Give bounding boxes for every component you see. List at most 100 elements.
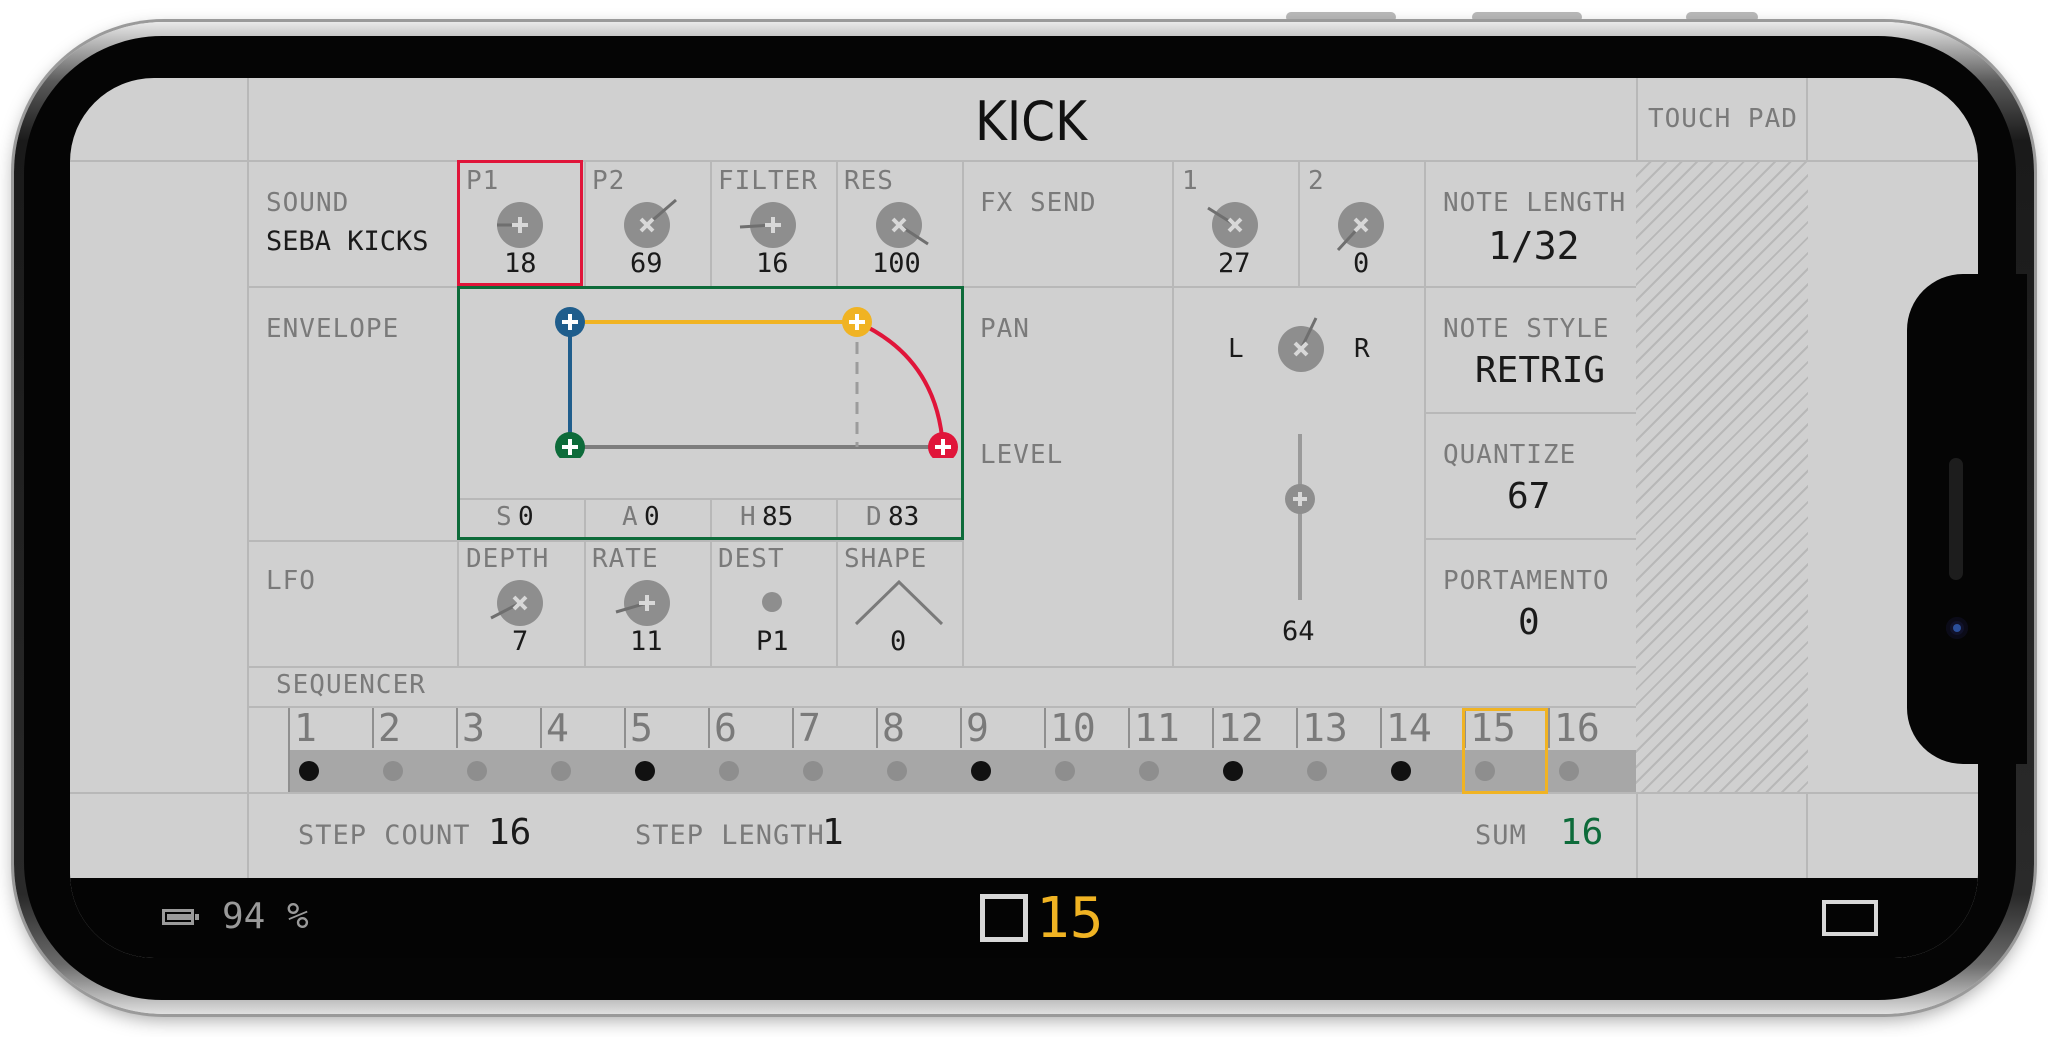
app-screen: KICK TOUCH PAD SOUND SEBA KICKS P1 18 P2… — [70, 78, 1978, 958]
p1-knob[interactable] — [497, 202, 543, 248]
sum-label: SUM — [1475, 820, 1527, 851]
window-button[interactable] — [1822, 900, 1878, 936]
sequencer-step-number[interactable]: 4 — [546, 706, 569, 750]
filter-value: 16 — [756, 248, 789, 279]
envelope-start-handle — [555, 432, 585, 458]
stop-button[interactable] — [980, 894, 1028, 942]
res-label: RES — [844, 166, 894, 196]
sequencer-step-divider — [540, 708, 542, 748]
sequencer-step-number[interactable]: 13 — [1302, 706, 1348, 750]
sequencer-step-dot[interactable] — [803, 761, 823, 781]
sequencer-step-dot[interactable] — [1055, 761, 1075, 781]
envelope-attack-handle — [555, 307, 585, 337]
sequencer-step-dot[interactable] — [635, 761, 655, 781]
fx-send-2-label: 2 — [1308, 166, 1325, 196]
fx-send-2-knob[interactable] — [1336, 202, 1384, 252]
note-length-value[interactable]: 1/32 — [1488, 224, 1580, 268]
quantize-label: QUANTIZE — [1443, 440, 1577, 470]
portamento-label: PORTAMENTO — [1443, 566, 1610, 596]
p2-knob[interactable] — [624, 198, 677, 248]
step-count-value[interactable]: 16 — [488, 812, 531, 853]
lfo-shape-icon[interactable] — [854, 580, 944, 626]
level-slider-track[interactable] — [1298, 434, 1302, 600]
fx-send-1-knob[interactable] — [1207, 202, 1258, 248]
sequencer-step-number[interactable]: 8 — [882, 706, 905, 750]
sequencer-step-dot[interactable] — [1223, 761, 1243, 781]
sequencer-step-number[interactable]: 6 — [714, 706, 737, 750]
sequencer-step-number[interactable]: 9 — [966, 706, 989, 750]
fx-send-1-value: 27 — [1218, 248, 1251, 279]
filter-knob[interactable] — [739, 202, 796, 248]
env-a-value[interactable]: 0 — [644, 502, 660, 532]
env-h-label: H — [740, 502, 757, 532]
lfo-dest-dot[interactable] — [762, 592, 782, 612]
env-s-label: S — [496, 502, 513, 532]
level-slider-handle[interactable] — [1285, 484, 1315, 514]
p1-value: 18 — [504, 248, 537, 279]
step-length-value[interactable]: 1 — [822, 812, 844, 853]
sequencer-step-number[interactable]: 3 — [462, 706, 485, 750]
page-title: KICK — [975, 90, 1087, 153]
quantize-value[interactable]: 67 — [1507, 476, 1550, 517]
sequencer-step-dot[interactable] — [1307, 761, 1327, 781]
sequencer-step-number[interactable]: 5 — [630, 706, 653, 750]
env-s-value[interactable]: 0 — [518, 502, 534, 532]
lfo-depth-label: DEPTH — [466, 544, 550, 574]
sequencer-step-divider — [456, 708, 458, 748]
sequencer-step-divider — [1128, 708, 1130, 748]
sequencer-step-divider — [1044, 708, 1046, 748]
pan-label: PAN — [980, 314, 1030, 344]
p2-value: 69 — [630, 248, 663, 279]
envelope-hold-handle — [842, 307, 872, 337]
phone-notch — [1907, 274, 2027, 764]
sequencer-step-number[interactable]: 10 — [1050, 706, 1096, 750]
fx-send-1-label: 1 — [1182, 166, 1199, 196]
sound-value[interactable]: SEBA KICKS — [266, 226, 429, 257]
sequencer-step-dot[interactable] — [971, 761, 991, 781]
env-d-value[interactable]: 83 — [888, 502, 919, 532]
envelope-graph[interactable] — [457, 288, 964, 458]
sequencer-step-dot[interactable] — [719, 761, 739, 781]
phone-button — [1286, 12, 1396, 22]
pan-knob[interactable] — [1278, 317, 1324, 372]
portamento-value[interactable]: 0 — [1518, 602, 1540, 643]
sequencer-step-dot[interactable] — [467, 761, 487, 781]
sequencer-step-number[interactable]: 16 — [1554, 706, 1600, 750]
sequencer-step-number[interactable]: 11 — [1134, 706, 1180, 750]
env-a-label: A — [622, 502, 639, 532]
touch-pad[interactable] — [1636, 162, 1808, 792]
sequencer-step-dot[interactable] — [1559, 761, 1579, 781]
note-length-label: NOTE LENGTH — [1443, 188, 1627, 218]
phone-button — [1472, 12, 1582, 22]
p2-label: P2 — [592, 166, 626, 196]
envelope-label: ENVELOPE — [266, 314, 400, 344]
sequencer-step-dot[interactable] — [551, 761, 571, 781]
sequencer-step-divider — [1296, 708, 1298, 748]
pan-left-label: L — [1228, 334, 1244, 364]
sequencer-step-dot[interactable] — [299, 761, 319, 781]
lfo-depth-knob[interactable] — [490, 580, 543, 626]
env-d-label: D — [866, 502, 883, 532]
sequencer-step-number[interactable]: 14 — [1386, 706, 1432, 750]
sequencer-label: SEQUENCER — [276, 670, 426, 700]
sequencer-step-dot[interactable] — [1139, 761, 1159, 781]
sequencer-step-number[interactable]: 7 — [798, 706, 821, 750]
battery-icon — [162, 909, 199, 925]
lfo-rate-knob[interactable] — [615, 580, 670, 626]
sequencer-step-number[interactable]: 2 — [378, 706, 401, 750]
note-style-value[interactable]: RETRIG — [1475, 350, 1605, 391]
sequencer-step-divider — [960, 708, 962, 748]
sequencer-step-dot[interactable] — [887, 761, 907, 781]
sequencer-step-divider — [876, 708, 878, 748]
sequencer-step-number[interactable]: 12 — [1218, 706, 1264, 750]
lfo-shape-label: SHAPE — [844, 544, 928, 574]
step-length-label: STEP LENGTH — [635, 820, 825, 851]
fx-send-2-value: 0 — [1353, 248, 1370, 279]
sequencer-step-divider — [708, 708, 710, 748]
sequencer-step-dot[interactable] — [1391, 761, 1411, 781]
lfo-label: LFO — [266, 566, 316, 596]
env-h-value[interactable]: 85 — [762, 502, 793, 532]
res-knob[interactable] — [876, 202, 929, 248]
sequencer-step-dot[interactable] — [383, 761, 403, 781]
sequencer-step-number[interactable]: 1 — [294, 706, 317, 750]
